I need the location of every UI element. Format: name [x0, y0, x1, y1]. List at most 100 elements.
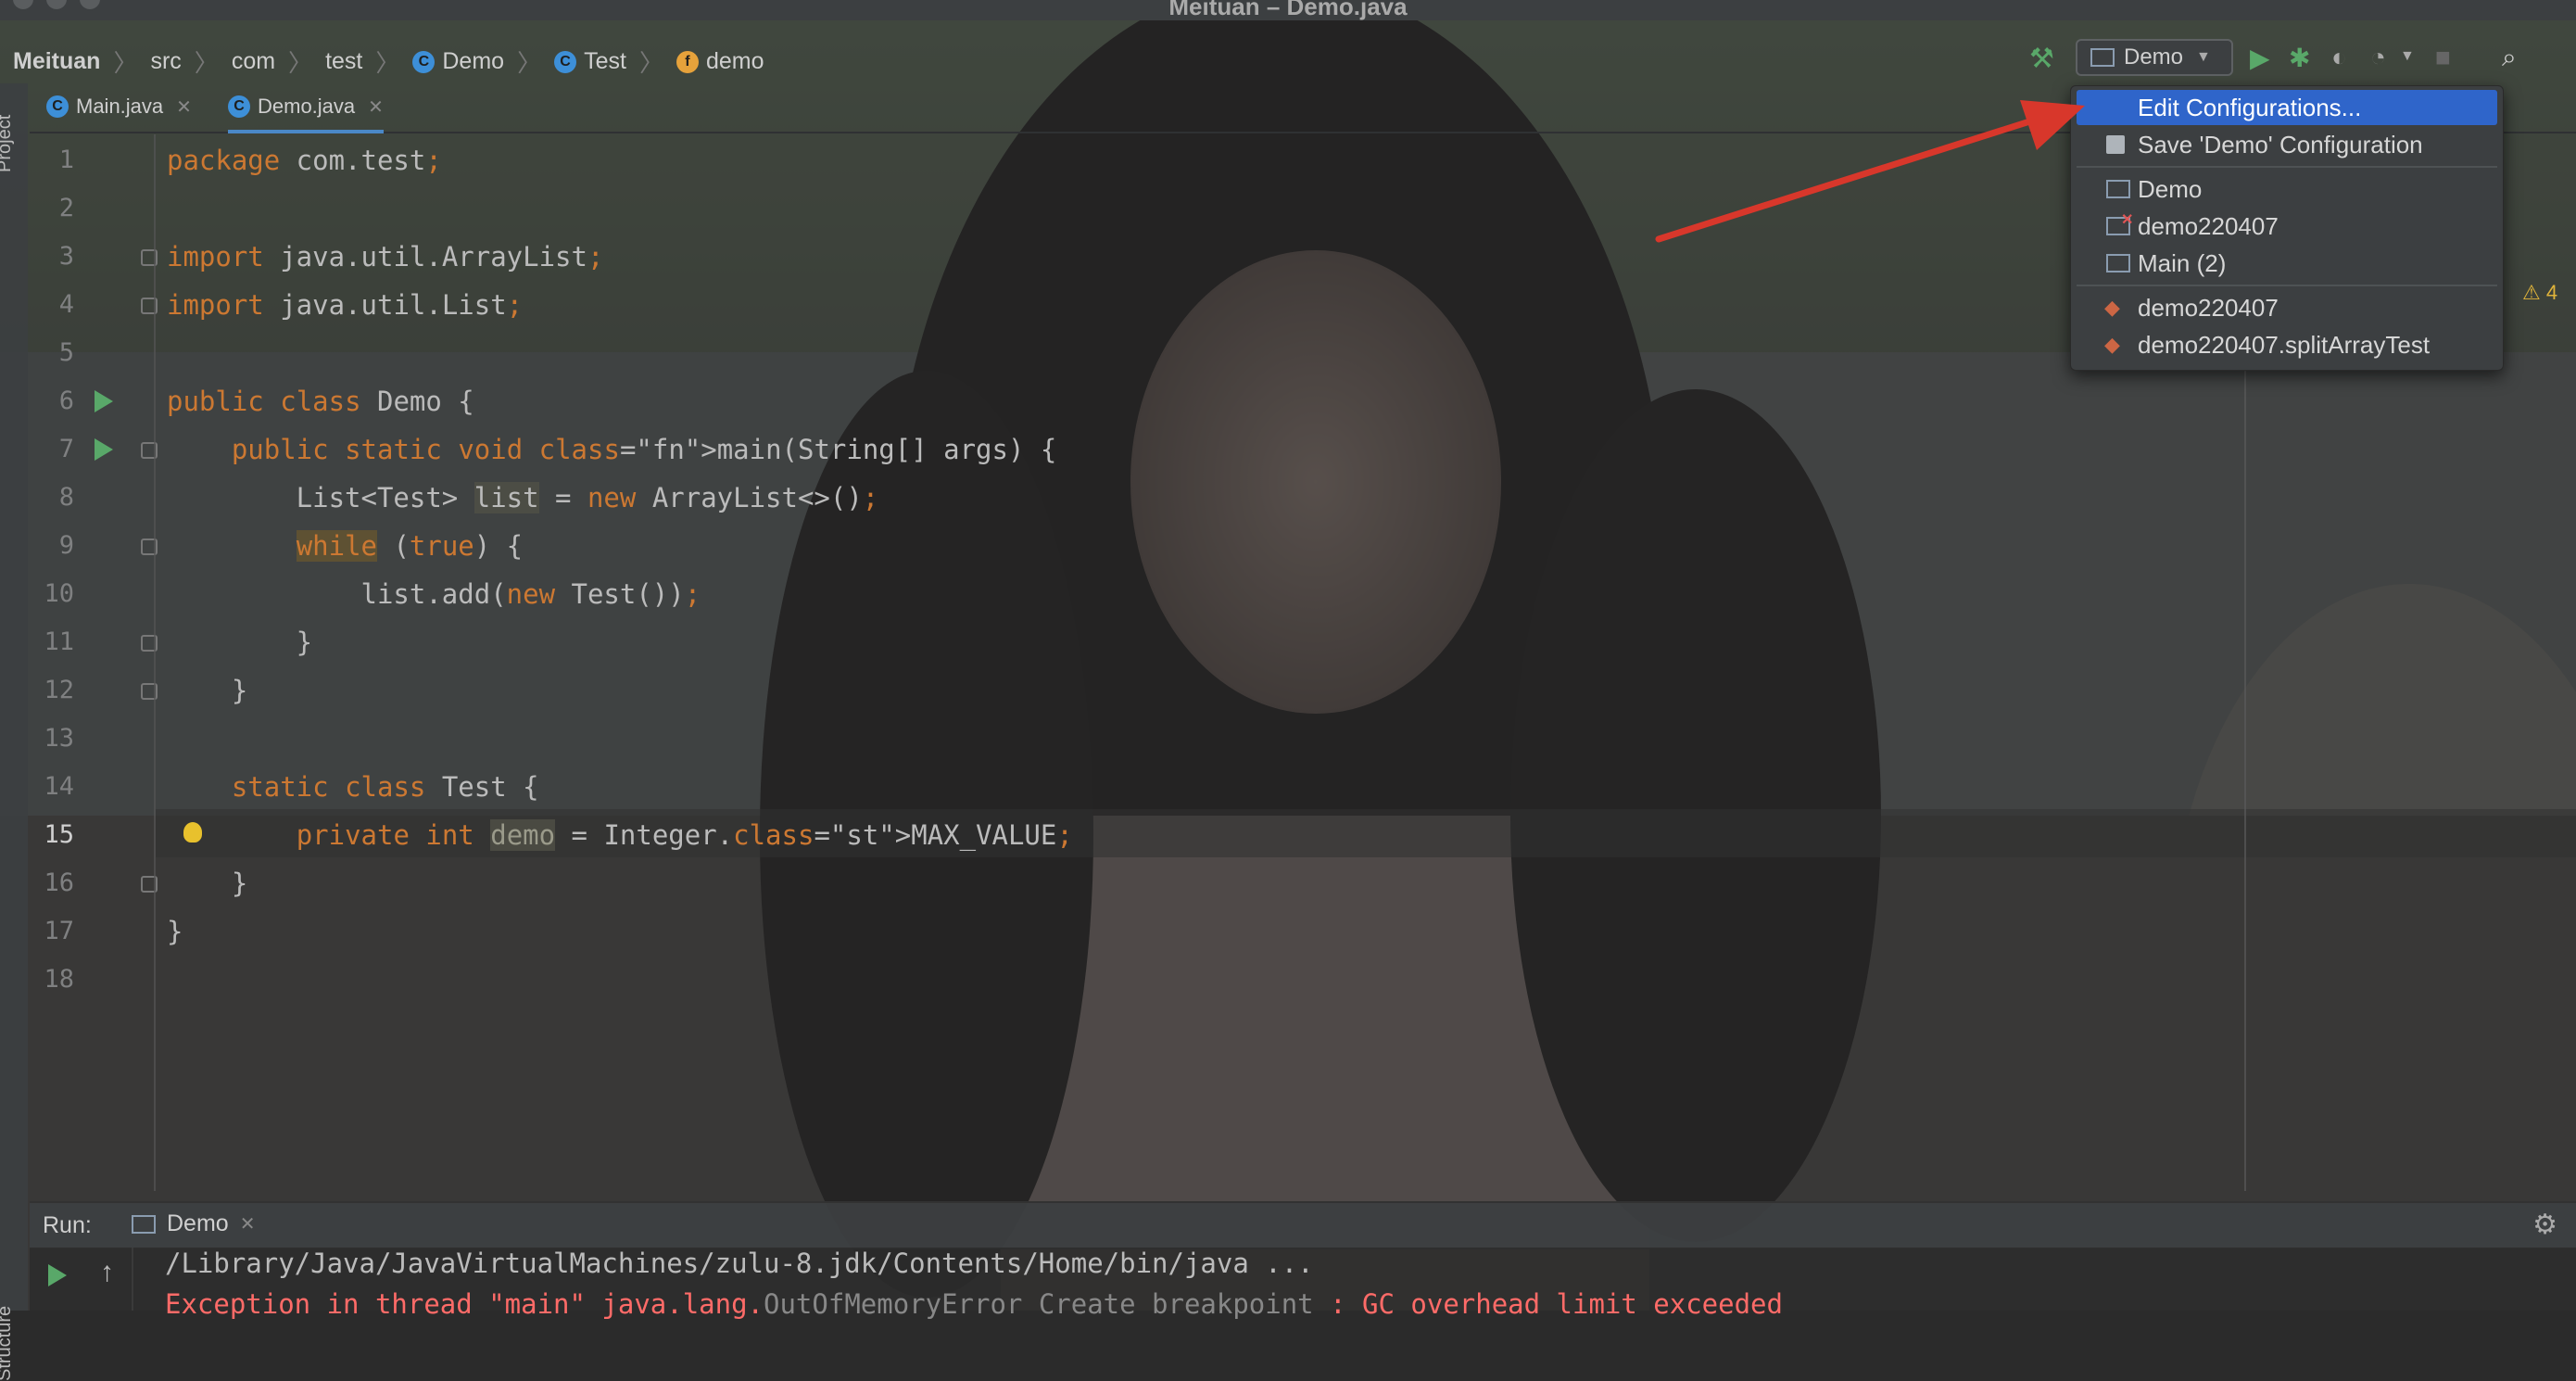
- code-line[interactable]: }: [167, 666, 247, 715]
- run-tab-demo[interactable]: Demo ✕: [132, 1210, 255, 1237]
- chevron-down-icon[interactable]: ▼: [2400, 48, 2415, 65]
- window-title: Meituan – Demo.java: [1168, 0, 1408, 20]
- code-line[interactable]: private int demo = Integer.class="st">MA…: [167, 811, 1073, 859]
- line-number: 13: [44, 724, 74, 753]
- line-number: 3: [58, 242, 74, 271]
- line-number: 14: [44, 772, 74, 801]
- application-config-icon: [2106, 180, 2130, 198]
- menu-item-config-main[interactable]: Main (2): [2077, 246, 2497, 281]
- annotation-arrow: [1655, 100, 2085, 243]
- exception-prefix: Exception in thread "main" java.lang.: [165, 1288, 764, 1320]
- gear-icon[interactable]: ⚙: [2532, 1209, 2557, 1241]
- navigation-bar: Meituan 〉 src 〉 com 〉 test 〉 C Demo 〉 C Te…: [0, 35, 2576, 83]
- run-configuration-selector[interactable]: Demo ▼: [2076, 39, 2233, 76]
- run-gutter-icon[interactable]: [95, 390, 113, 412]
- code-line[interactable]: }: [167, 618, 312, 666]
- project-tool-window-button[interactable]: Project: [0, 115, 16, 172]
- menu-item-label: Save 'Demo' Configuration: [2138, 130, 2423, 158]
- close-tab-icon[interactable]: ✕: [368, 95, 384, 119]
- breadcrumb-demo-class[interactable]: C Demo: [412, 48, 504, 75]
- run-console[interactable]: ↑ /Library/Java/JavaVirtualMachines/zulu…: [30, 1248, 2576, 1320]
- code-line[interactable]: static class Test {: [167, 763, 539, 811]
- window-title-bar: Meituan – Demo.java: [0, 0, 2576, 20]
- breadcrumb-label: src: [150, 48, 182, 74]
- menu-item-label: Edit Configurations...: [2138, 93, 2362, 121]
- run-console-toolbar: ↑: [30, 1248, 133, 1311]
- breadcrumb-test-class[interactable]: C Test: [554, 48, 626, 75]
- breadcrumb-label: Meituan: [13, 48, 101, 74]
- console-exception-line: Exception in thread "main" java.lang.Out…: [165, 1288, 1783, 1320]
- arrow-head: [2020, 100, 2085, 150]
- menu-item-edit-configurations[interactable]: Edit Configurations...: [2077, 90, 2497, 125]
- breadcrumb-src[interactable]: src: [150, 48, 181, 75]
- chevron-right-icon: 〉: [113, 49, 138, 77]
- chevron-down-icon: ▼: [2196, 49, 2211, 65]
- tab-main-java[interactable]: C Main.java ✕: [46, 83, 192, 130]
- save-icon: [2106, 135, 2125, 154]
- coverage-shield-icon[interactable]: ◐: [2331, 43, 2347, 72]
- line-number: 4: [58, 290, 74, 319]
- code-line[interactable]: import java.util.ArrayList;: [167, 233, 603, 281]
- search-icon[interactable]: ⌕: [2502, 43, 2517, 73]
- tab-demo-java[interactable]: C Demo.java ✕: [228, 83, 384, 133]
- build-hammer-icon[interactable]: ⚒: [2029, 43, 2061, 74]
- menu-item-label: demo220407.splitArrayTest: [2138, 330, 2431, 359]
- breadcrumb-label: Demo: [442, 48, 505, 74]
- line-number: 1: [58, 146, 74, 174]
- code-line[interactable]: list.add(new Test());: [167, 570, 701, 618]
- menu-item-config-demo220407[interactable]: ✕ demo220407: [2077, 209, 2497, 244]
- line-number: 12: [44, 676, 74, 704]
- gutter-divider: [154, 134, 156, 1191]
- arrow-up-icon[interactable]: ↑: [100, 1257, 114, 1288]
- breadcrumb-label: com: [231, 48, 276, 74]
- stop-icon[interactable]: ■: [2435, 43, 2451, 72]
- rerun-icon[interactable]: [48, 1264, 67, 1286]
- tab-label: Demo.java: [258, 95, 356, 118]
- close-tab-icon[interactable]: ✕: [240, 1212, 256, 1235]
- code-line[interactable]: package com.test;: [167, 136, 442, 184]
- code-line[interactable]: public class Demo {: [167, 377, 474, 425]
- create-breakpoint-link[interactable]: Create breakpoint: [1022, 1288, 1314, 1320]
- application-config-icon: [2106, 254, 2130, 272]
- breadcrumb-test[interactable]: test: [325, 48, 362, 75]
- line-number: 7: [58, 435, 74, 463]
- breadcrumb-com[interactable]: com: [232, 48, 275, 75]
- breadcrumb-label: Test: [584, 48, 626, 74]
- breadcrumb-label: demo: [705, 48, 764, 74]
- debug-bug-icon[interactable]: ✱: [2289, 43, 2310, 73]
- test-diamond-icon: ◆: [2104, 296, 2120, 319]
- run-configuration-dropdown: Edit Configurations... Save 'Demo' Confi…: [2070, 85, 2504, 371]
- close-tab-icon[interactable]: ✕: [176, 95, 192, 119]
- line-number: 15: [44, 820, 74, 849]
- inspection-warning-counter[interactable]: ⚠ 4: [2522, 281, 2557, 305]
- code-line[interactable]: import java.util.List;: [167, 281, 523, 329]
- class-icon: C: [228, 95, 250, 118]
- exception-class-link[interactable]: OutOfMemoryError: [764, 1288, 1022, 1320]
- code-line[interactable]: while (true) {: [167, 522, 523, 570]
- application-config-icon: [2090, 48, 2115, 67]
- code-line[interactable]: }: [167, 859, 247, 907]
- class-icon: C: [554, 50, 577, 73]
- breadcrumb-demo-field[interactable]: f demo: [676, 48, 764, 75]
- menu-item-label: Demo: [2138, 174, 2203, 203]
- breadcrumb-project[interactable]: Meituan: [13, 48, 100, 75]
- menu-item-test-split-array[interactable]: ◆ demo220407.splitArrayTest: [2077, 327, 2497, 362]
- error-mark-icon: ✕: [2121, 212, 2134, 228]
- profiler-icon[interactable]: ◔: [2370, 43, 2386, 72]
- code-line[interactable]: }: [167, 907, 183, 956]
- run-gutter-icon[interactable]: [95, 438, 113, 461]
- code-line[interactable]: List<Test> list = new ArrayList<>();: [167, 474, 878, 522]
- line-number: 9: [58, 531, 74, 560]
- menu-item-save-configuration[interactable]: Save 'Demo' Configuration: [2077, 127, 2497, 162]
- line-number: 6: [58, 386, 74, 415]
- code-line[interactable]: public static void class="fn">main(Strin…: [167, 425, 1057, 474]
- run-tab-label: Demo: [167, 1210, 229, 1236]
- menu-item-test-demo220407[interactable]: ◆ demo220407: [2077, 290, 2497, 325]
- exception-message: : GC overhead limit exceeded: [1313, 1288, 1783, 1320]
- line-number: 16: [44, 868, 74, 897]
- menu-item-config-demo[interactable]: Demo: [2077, 171, 2497, 207]
- run-icon[interactable]: ▶: [2250, 43, 2270, 73]
- structure-tool-window-button[interactable]: Structure: [0, 1306, 16, 1381]
- warning-count: 4: [2545, 281, 2558, 304]
- field-icon: f: [676, 50, 699, 73]
